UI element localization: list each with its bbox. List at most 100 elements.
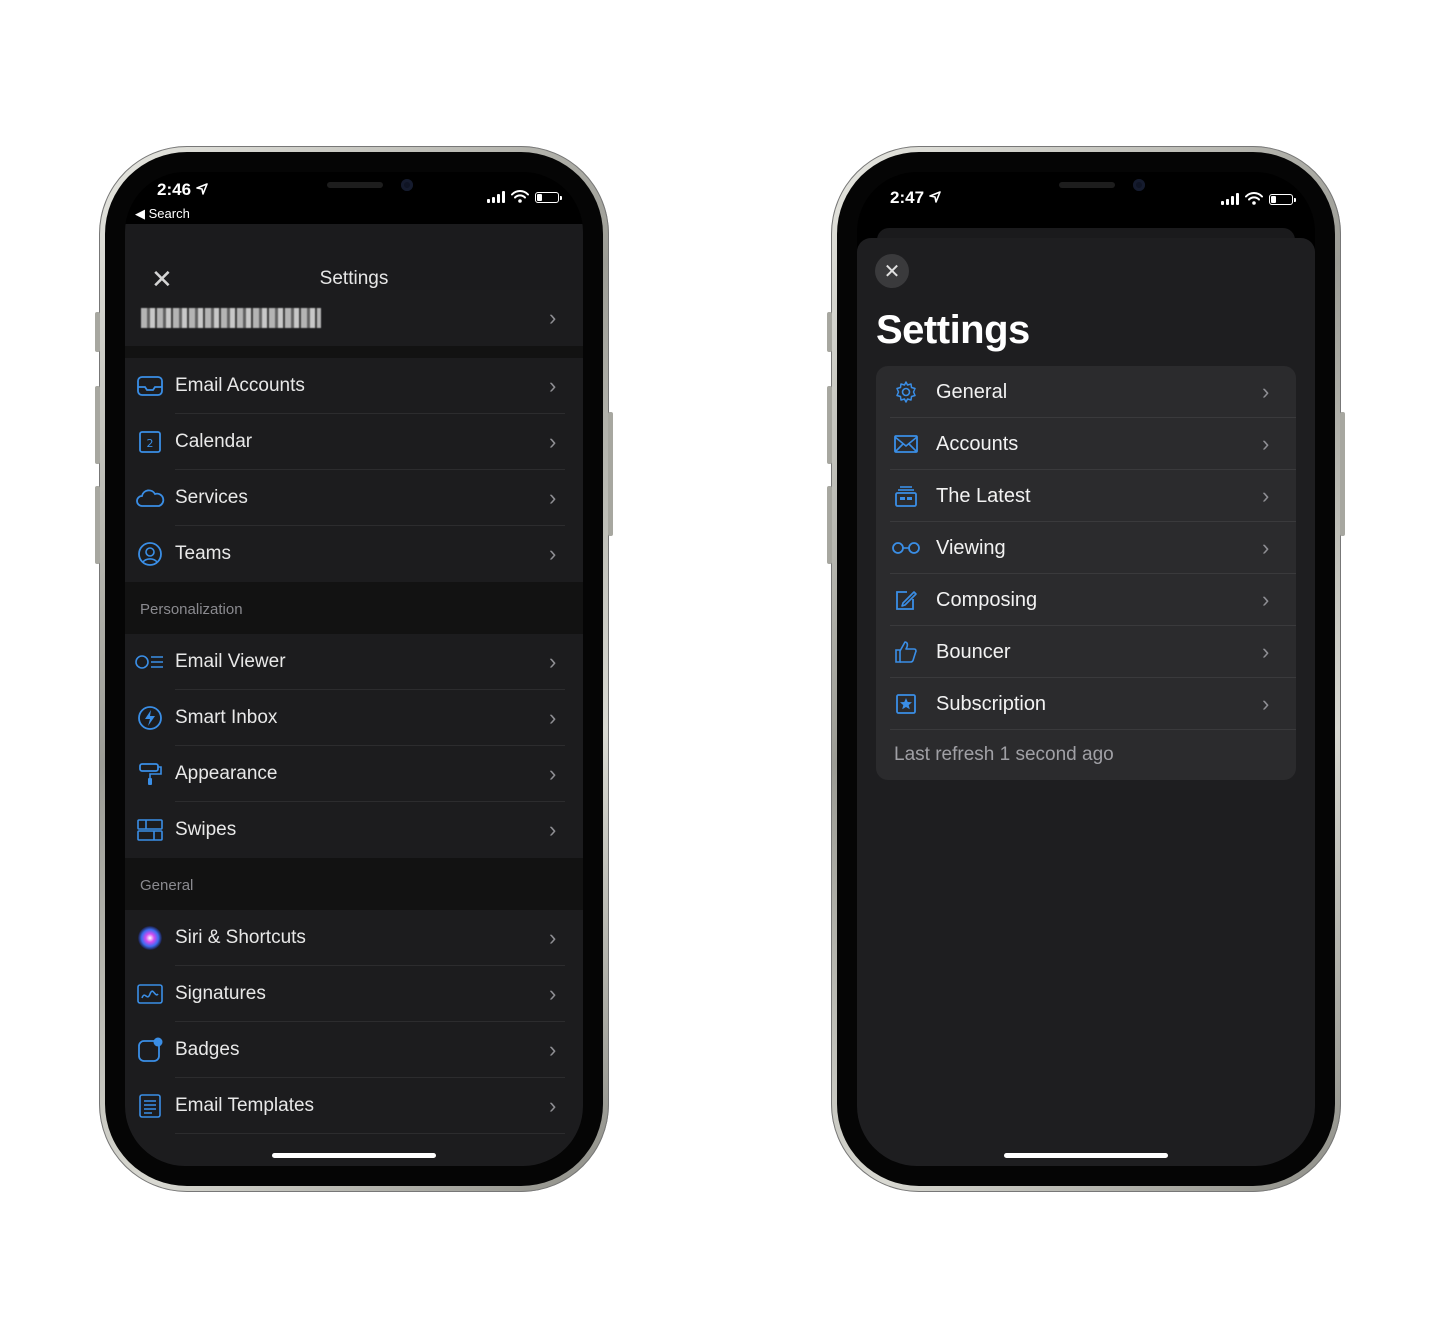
status-time: 2:47 <box>890 188 941 208</box>
chevron-right-icon: › <box>1262 379 1270 404</box>
chevron-right-icon: › <box>549 305 557 330</box>
cloud-icon <box>125 488 175 508</box>
chevron-right-icon: › <box>1262 535 1270 560</box>
battery-icon <box>1269 194 1296 205</box>
envelope-icon <box>876 434 936 454</box>
mute-switch <box>95 312 100 352</box>
chevron-right-icon: › <box>1262 639 1270 664</box>
row-partial[interactable] <box>125 1134 583 1166</box>
volume-up-button <box>95 386 100 464</box>
row-badges[interactable]: Badges › <box>125 1022 583 1078</box>
chevron-right-icon: › <box>549 485 557 510</box>
star-square-icon <box>876 693 936 715</box>
account-row[interactable]: › <box>125 290 583 346</box>
chevron-right-icon: › <box>549 1037 557 1062</box>
row-email-templates[interactable]: Email Templates › <box>125 1078 583 1134</box>
signal-icon <box>1221 193 1239 205</box>
svg-text:2: 2 <box>147 437 154 450</box>
row-swipes[interactable]: Swipes › <box>125 802 583 858</box>
chevron-right-icon: › <box>549 429 557 454</box>
volume-up-button <box>827 386 832 464</box>
thumbs-up-icon <box>876 639 936 665</box>
chevron-right-icon: › <box>549 817 557 842</box>
settings-sheet: ✕ Settings General › Accounts › The Late… <box>857 238 1315 1166</box>
row-appearance[interactable]: Appearance › <box>125 746 583 802</box>
chevron-right-icon: › <box>549 925 557 950</box>
bolt-icon <box>125 705 175 731</box>
battery-icon <box>535 192 562 203</box>
row-email-viewer[interactable]: Email Viewer › <box>125 634 583 690</box>
chevron-right-icon: › <box>549 649 557 674</box>
location-arrow-icon <box>928 191 941 203</box>
chevron-right-icon: › <box>549 1093 557 1118</box>
inbox-icon <box>125 375 175 397</box>
left-screen: 2:46 ◀ Search ✕ Settings › Email Account… <box>125 172 583 1166</box>
person-circle-icon <box>125 541 175 567</box>
status-time: 2:46 <box>157 180 208 200</box>
volume-down-button <box>95 486 100 564</box>
phone-right: 2:47 ✕ Settings General › Accounts › The… <box>827 146 1345 1192</box>
row-signatures[interactable]: Signatures › <box>125 966 583 1022</box>
section-header-personalization: Personalization <box>125 582 583 634</box>
redacted-email <box>141 308 321 328</box>
wifi-icon <box>511 190 529 203</box>
chevron-right-icon: › <box>1262 587 1270 612</box>
template-icon <box>125 1093 175 1119</box>
close-button[interactable]: ✕ <box>875 254 909 288</box>
chevron-right-icon: › <box>1262 483 1270 508</box>
row-composing[interactable]: Composing › <box>876 574 1296 626</box>
status-icons <box>1221 192 1296 205</box>
row-accounts[interactable]: Accounts › <box>876 418 1296 470</box>
viewer-icon <box>125 654 175 670</box>
chevron-right-icon: › <box>1262 691 1270 716</box>
badge-icon <box>125 1037 175 1063</box>
notch <box>231 172 477 208</box>
row-siri-shortcuts[interactable]: Siri & Shortcuts › <box>125 910 583 966</box>
page-title: Settings <box>876 308 1030 352</box>
compose-icon <box>876 588 936 612</box>
wifi-icon <box>1245 192 1263 205</box>
close-icon: ✕ <box>883 260 901 283</box>
row-smart-inbox[interactable]: Smart Inbox › <box>125 690 583 746</box>
row-services[interactable]: Services › <box>125 470 583 526</box>
paint-roller-icon <box>125 761 175 787</box>
signal-icon <box>487 191 505 203</box>
status-icons <box>487 190 562 203</box>
phone-left: 2:46 ◀ Search ✕ Settings › Email Account… <box>95 146 613 1192</box>
chevron-right-icon: › <box>549 761 557 786</box>
glasses-icon <box>876 541 936 555</box>
row-teams[interactable]: Teams › <box>125 526 583 582</box>
chevron-right-icon: › <box>549 705 557 730</box>
tray-icon <box>876 484 936 508</box>
row-general[interactable]: General › <box>876 366 1296 418</box>
swipes-icon <box>125 818 175 842</box>
notch <box>963 172 1209 208</box>
chevron-right-icon: › <box>549 373 557 398</box>
mute-switch <box>827 312 832 352</box>
power-button <box>1340 412 1345 536</box>
home-indicator[interactable] <box>1004 1153 1168 1158</box>
right-screen: 2:47 ✕ Settings General › Accounts › The… <box>857 172 1315 1166</box>
chevron-right-icon: › <box>549 981 557 1006</box>
section-header-general: General <box>125 858 583 910</box>
page-title: Settings <box>319 268 389 289</box>
signature-icon <box>125 982 175 1006</box>
calendar-icon: 2 <box>125 430 175 454</box>
back-to-search[interactable]: ◀ Search <box>135 206 190 222</box>
settings-list: › Email Accounts › 2 Calendar › Services… <box>125 290 583 1166</box>
row-subscription[interactable]: Subscription › <box>876 678 1296 730</box>
home-indicator[interactable] <box>272 1153 436 1158</box>
location-arrow-icon <box>195 183 208 195</box>
row-calendar[interactable]: 2 Calendar › <box>125 414 583 470</box>
row-the-latest[interactable]: The Latest › <box>876 470 1296 522</box>
row-email-accounts[interactable]: Email Accounts › <box>125 358 583 414</box>
power-button <box>608 412 613 536</box>
chevron-right-icon: › <box>549 541 557 566</box>
settings-card: General › Accounts › The Latest › Viewin… <box>876 366 1296 780</box>
row-viewing[interactable]: Viewing › <box>876 522 1296 574</box>
siri-icon <box>125 925 175 951</box>
chevron-right-icon: › <box>1262 431 1270 456</box>
volume-down-button <box>827 486 832 564</box>
last-refresh-text: Last refresh 1 second ago <box>894 744 1114 765</box>
row-bouncer[interactable]: Bouncer › <box>876 626 1296 678</box>
